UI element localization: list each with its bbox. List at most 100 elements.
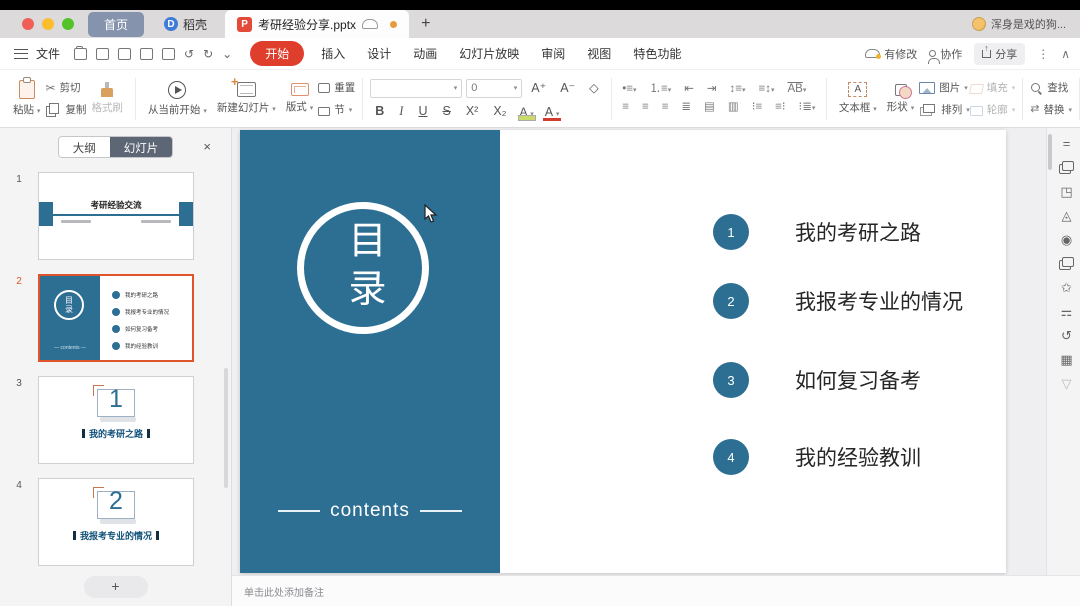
tab-home[interactable]: 首页 — [88, 12, 144, 37]
new-slide-button[interactable]: 新建幻灯片 ▾ — [212, 82, 281, 115]
close-panel-icon[interactable]: × — [203, 139, 211, 154]
menu-tab-slideshow[interactable]: 幻灯片放映 — [448, 45, 530, 62]
paste-button[interactable]: 粘贴 ▾ — [8, 80, 45, 117]
new-tab-button[interactable]: + — [421, 15, 430, 33]
print-icon[interactable] — [140, 48, 153, 60]
shapes-panel-icon[interactable]: ◳ — [1059, 184, 1074, 199]
text-direction-button[interactable]: AB▾ — [784, 84, 810, 96]
history-panel-icon[interactable]: ↺ — [1059, 328, 1074, 343]
open-icon[interactable] — [74, 48, 87, 60]
contents-row[interactable]: contents — [240, 500, 500, 522]
menu-tab-home[interactable]: 开始 — [250, 41, 304, 66]
menu-tab-view[interactable]: 视图 — [576, 45, 622, 62]
bullets-button[interactable]: •≡▾ — [619, 84, 640, 96]
feedback-panel-icon[interactable]: ▽ — [1059, 376, 1074, 391]
textbox-button[interactable]: A 文本框 ▾ — [834, 82, 882, 115]
image-panel-icon[interactable]: ▦ — [1059, 352, 1074, 367]
tab-outline[interactable]: 大纲 — [59, 137, 110, 157]
list-level-c-button[interactable]: ⁝≣▾ — [795, 102, 819, 114]
numbering-button[interactable]: ⒈≡▾ — [646, 84, 675, 96]
indent-button[interactable]: ⇥ — [703, 84, 720, 96]
slide-teal-panel[interactable]: 目录 contents — [240, 130, 500, 573]
outline-button[interactable]: 轮廓 ▾ — [970, 102, 1016, 117]
menu-tab-animation[interactable]: 动画 — [402, 45, 448, 62]
align-left-button[interactable]: ≡ — [619, 102, 633, 114]
layout-button[interactable]: 版式 ▾ — [281, 83, 318, 114]
find-button[interactable]: 查找 — [1030, 80, 1072, 95]
shrink-font-button[interactable]: A⁻ — [555, 82, 580, 95]
superscript-button[interactable]: X² — [461, 105, 484, 118]
section-button[interactable]: 节 ▾ — [318, 102, 355, 117]
quick-access-more-icon[interactable]: ⌄ — [222, 48, 232, 60]
redo-icon[interactable]: ↻ — [203, 48, 213, 60]
outdent-button[interactable]: ⇤ — [681, 84, 698, 96]
menu-tab-review[interactable]: 审阅 — [530, 45, 576, 62]
editing-canvas[interactable]: 目录 contents 1 我的考研之路 2 我报考专业的情况 3 如何复习备考 — [232, 128, 1046, 575]
add-slide-button[interactable]: + — [84, 576, 148, 598]
collaborate-button[interactable]: 协作 — [929, 46, 962, 62]
grow-font-button[interactable]: A⁺ — [526, 82, 551, 95]
columns-button[interactable]: ▥ — [724, 102, 742, 114]
italic-button[interactable]: I — [394, 105, 408, 118]
toc-item-1[interactable]: 1 我的考研之路 — [713, 214, 921, 250]
distribute-button[interactable]: ▤ — [701, 102, 719, 114]
paragraph-spacing-button[interactable]: ≡↕▾ — [755, 84, 778, 96]
slide-thumbnail-4[interactable]: 4 2 我报考专业的情况 — [0, 478, 231, 566]
effects-panel-icon[interactable]: ✩ — [1059, 280, 1074, 295]
list-level-a-button[interactable]: ⁝≡ — [748, 102, 765, 114]
clear-format-button[interactable]: ◇ — [584, 82, 604, 95]
align-right-button[interactable]: ≡ — [658, 102, 672, 114]
cut-button[interactable]: ✂剪切 — [45, 80, 86, 95]
resource-panel-icon[interactable]: ◬ — [1059, 208, 1074, 223]
menu-tab-insert[interactable]: 插入 — [310, 45, 356, 62]
highlight-color-button[interactable]: A ▾ — [517, 105, 537, 119]
slide-pane-icon[interactable] — [1059, 160, 1074, 175]
save-icon[interactable] — [96, 48, 109, 60]
shapes-button[interactable]: 形状 ▾ — [882, 84, 919, 114]
undo-icon[interactable]: ↺ — [184, 48, 194, 60]
slide-thumbnail-2-selected[interactable]: 2 目录 — contents — 我的考研之路 我报考专业的情况 如何复习备考… — [0, 274, 231, 362]
list-level-b-button[interactable]: ≡⁝ — [772, 102, 789, 114]
current-slide[interactable]: 目录 contents 1 我的考研之路 2 我报考专业的情况 3 如何复习备考 — [240, 130, 1006, 573]
hamburger-menu-icon[interactable] — [14, 49, 28, 59]
toc-item-3[interactable]: 3 如何复习备考 — [713, 362, 921, 398]
tab-document[interactable]: P 考研经验分享.pptx — [225, 10, 409, 38]
justify-button[interactable]: ≣ — [678, 102, 695, 114]
canvas-scrollbar[interactable] — [1048, 134, 1052, 170]
format-painter-button[interactable]: 格式刷 — [86, 82, 128, 115]
reset-button[interactable]: 重置 — [318, 80, 355, 95]
copy-button[interactable]: 复制 — [45, 102, 86, 117]
seal-panel-icon[interactable]: ◉ — [1059, 232, 1074, 247]
toc-circle[interactable]: 目录 — [297, 202, 429, 334]
underline-button[interactable]: U — [413, 105, 432, 118]
bold-button[interactable]: B — [370, 105, 389, 118]
toc-item-4[interactable]: 4 我的经验教训 — [713, 439, 921, 475]
zoom-window-button[interactable] — [62, 18, 74, 30]
fill-button[interactable]: 填充 ▾ — [970, 80, 1016, 95]
panel-scrollbar[interactable] — [224, 368, 228, 488]
notes-bar[interactable]: 单击此处添加备注 — [232, 575, 1080, 606]
tab-slides[interactable]: 幻灯片 — [110, 137, 173, 157]
arrange-button[interactable]: 排列 ▾ — [919, 102, 970, 117]
close-window-button[interactable] — [22, 18, 34, 30]
replace-button[interactable]: ⇄替换 ▾ — [1030, 102, 1072, 117]
font-size-combo[interactable]: 0▾ — [466, 79, 522, 98]
subscript-button[interactable]: X₂ — [488, 105, 511, 118]
menu-tab-design[interactable]: 设计 — [356, 45, 402, 62]
strikethrough-button[interactable]: S — [437, 105, 455, 118]
minimize-window-button[interactable] — [42, 18, 54, 30]
align-center-button[interactable]: ≡ — [638, 102, 652, 114]
more-options-icon[interactable]: ⋮ — [1037, 47, 1049, 61]
collapse-strip-icon[interactable]: = — [1059, 136, 1074, 151]
line-spacing-button[interactable]: ↕≡▾ — [726, 84, 749, 96]
tab-docer[interactable]: D 稻壳 — [154, 12, 217, 37]
picture-button[interactable]: 图片 ▾ — [919, 80, 970, 95]
layers-panel-icon[interactable] — [1059, 256, 1074, 271]
play-from-current-button[interactable]: 从当前开始 ▾ — [143, 81, 212, 117]
modified-status[interactable]: 有修改 — [865, 46, 917, 62]
share-button[interactable]: 分享 — [974, 43, 1025, 65]
menu-file[interactable]: 文件 — [36, 45, 60, 62]
print-preview-icon[interactable] — [162, 48, 175, 60]
export-icon[interactable] — [118, 48, 131, 60]
slide-thumbnail-1[interactable]: 1 考研经验交流 — [0, 172, 231, 260]
